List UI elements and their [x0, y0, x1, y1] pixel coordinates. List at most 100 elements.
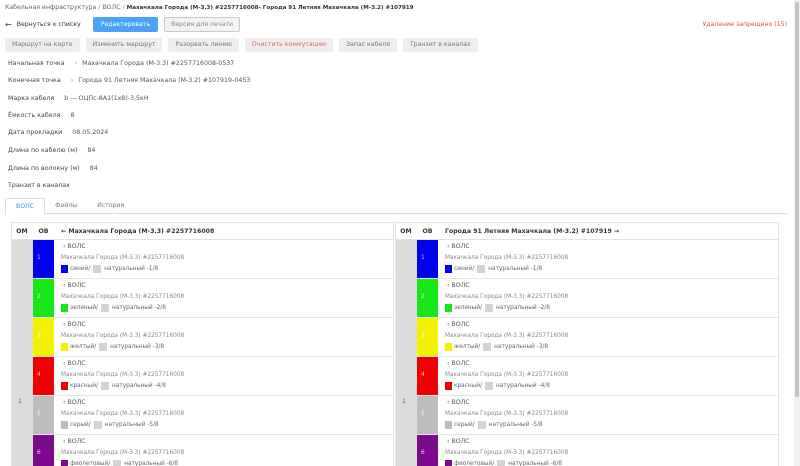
panel-title[interactable]: Города 91 Летняя Махачкала (М-3.2) #1079… — [439, 228, 619, 235]
fiber-color-cell[interactable]: 1 — [33, 240, 54, 278]
fiber-row: 2 ‹ ВОЛС Махачкала Города (М-3.3) #2257716… — [33, 279, 393, 318]
arrow-left-icon: ← — [5, 20, 12, 29]
chevron-left-icon: ‹ — [447, 282, 450, 289]
fiber-row: 6 ‹ ВОЛС Махачкала Города (М-3.3) #2257716… — [417, 435, 778, 466]
tab-files[interactable]: Файлы — [45, 198, 87, 213]
vols-link[interactable]: ‹ ВОЛС — [447, 438, 470, 445]
chevron-left-icon: ‹ — [63, 399, 66, 406]
fiber-number: 4 — [37, 372, 41, 378]
vols-link[interactable]: ‹ ВОЛС — [63, 321, 86, 328]
fiber-node: Махачкала Города (М-3.3) #2257716008 — [445, 450, 569, 456]
field-value: b — ОЦПс-8А1(1х8)-3,5кН — [64, 95, 149, 102]
delete-forbidden-notice[interactable]: Удаление запрещено (15) — [703, 21, 787, 28]
fiber-row: 4 ‹ ВОЛС Махачкала Города (М-3.3) #2257716… — [33, 357, 393, 396]
fiber-color-cell[interactable]: 6 — [417, 435, 438, 466]
om-column: 1 — [396, 240, 417, 466]
fiber-color-cell[interactable]: 4 — [33, 357, 54, 395]
natural-color-swatch — [113, 460, 122, 466]
fiber-color-name: красный/ — [454, 383, 483, 389]
fiber-color-name: серый/ — [454, 422, 475, 428]
fiber-color-cell[interactable]: 5 — [417, 396, 438, 434]
om-value: 1 — [402, 398, 406, 405]
vols-link[interactable]: ‹ ВОЛС — [447, 243, 470, 250]
fiber-color-swatch — [61, 304, 68, 312]
vols-link[interactable]: ‹ ВОЛС — [63, 243, 86, 250]
fiber-natural-label: натуральный -4/8 — [112, 383, 166, 389]
fiber-color-cell[interactable]: 6 — [33, 435, 54, 466]
fiber-color-name: зеленый/ — [454, 305, 483, 311]
natural-color-swatch — [485, 382, 494, 390]
chevron-left-icon: ‹ — [74, 60, 78, 67]
fiber-color-info: зеленый/натуральный -2/8 — [61, 304, 166, 312]
fiber-node: Махачкала Города (М-3.3) #2257716008 — [61, 372, 185, 378]
fiber-color-cell[interactable]: 5 — [33, 396, 54, 434]
field-end-point: Конечная точка › Города 91 Летняя Махачк… — [8, 77, 250, 84]
col-ob-header: ОВ — [422, 227, 433, 235]
fiber-natural-label: натуральный -4/8 — [496, 383, 550, 389]
breadcrumb-root-link[interactable]: Кабельная инфраструктура — [5, 4, 96, 11]
field-label: Конечная точка — [8, 77, 61, 84]
tab-bar: ВОЛС Файлы История — [5, 198, 787, 215]
vols-link[interactable]: ‹ ВОЛС — [63, 438, 86, 445]
fiber-color-info: фиолетовый/натуральный -6/8 — [445, 460, 562, 466]
fiber-color-cell[interactable]: 2 — [417, 279, 438, 317]
panel-title[interactable]: ← Махачкала Города (М-3.3) #2257716008 — [55, 228, 214, 235]
fiber-row: 4 ‹ ВОЛС Махачкала Города (М-3.3) #2257716… — [417, 357, 778, 396]
vols-link[interactable]: ‹ ВОЛС — [447, 282, 470, 289]
fiber-row: 1 ‹ ВОЛС Махачкала Города (М-3.3) #2257716… — [417, 240, 778, 279]
end-point-link[interactable]: Города 91 Летняя Махачкала (М-3.2) #1079… — [78, 77, 250, 84]
vols-link[interactable]: ‹ ВОЛС — [447, 399, 470, 406]
fiber-color-info: желтый/натуральный -3/8 — [445, 343, 548, 351]
edit-button[interactable]: Редактировать — [92, 17, 159, 32]
fiber-number: 5 — [37, 411, 41, 417]
break-line-button[interactable]: Разорвать линию — [168, 38, 239, 52]
fiber-color-cell[interactable]: 4 — [417, 357, 438, 395]
fiber-number: 6 — [37, 450, 41, 456]
start-point-link[interactable]: Махачкала Города (М-3.3) #2257716008-053… — [82, 60, 234, 67]
channel-transit-button[interactable]: Транзит в каналах — [402, 38, 478, 52]
route-on-map-button[interactable]: Маршрут на карте — [5, 38, 80, 52]
fiber-node: Махачкала Города (М-3.3) #2257716008 — [445, 294, 569, 300]
fiber-color-cell[interactable]: 1 — [417, 240, 438, 278]
fiber-row: 6 ‹ ВОЛС Махачкала Города (М-3.3) #2257716… — [33, 435, 393, 466]
tab-vols[interactable]: ВОЛС — [5, 198, 46, 215]
col-ob-header: ОВ — [38, 227, 49, 235]
field-label: Ёмкость кабеля — [8, 112, 61, 119]
fiber-color-cell[interactable]: 3 — [33, 318, 54, 356]
vols-link[interactable]: ‹ ВОЛС — [63, 360, 86, 367]
scrollbar-thumb[interactable] — [795, 2, 799, 397]
clear-switching-button[interactable]: Очистить коммутацию — [244, 38, 334, 52]
vols-link[interactable]: ‹ ВОЛС — [447, 321, 470, 328]
fiber-color-swatch — [61, 460, 68, 466]
field-start-point: Начальная точка ‹ Махачкала Города (М-3.… — [8, 60, 234, 67]
vols-link[interactable]: ‹ ВОЛС — [63, 399, 86, 406]
fiber-color-cell[interactable]: 3 — [417, 318, 438, 356]
page-scrollbar[interactable] — [794, 0, 800, 466]
field-label: Начальная точка — [8, 60, 65, 67]
fiber-number: 2 — [421, 294, 425, 300]
fiber-color-swatch — [445, 343, 452, 351]
panel-header: ОМ ОВ Города 91 Летняя Махачкала (М-3.2)… — [396, 223, 778, 240]
back-to-list-link[interactable]: ← Вернуться к списку — [5, 20, 81, 29]
fiber-natural-label: натуральный -6/8 — [124, 461, 179, 466]
fiber-color-name: синий/ — [70, 266, 91, 272]
cable-reserve-button[interactable]: Запас кабеля — [339, 38, 397, 52]
fiber-natural-label: натуральный -5/8 — [488, 422, 543, 428]
fiber-color-info: синий/натуральный -1/8 — [61, 265, 158, 273]
fiber-color-info: серый/натуральный -5/8 — [61, 421, 159, 429]
panel-title-text: Города 91 Летняя Махачкала (М-3.2) #1079… — [445, 227, 612, 235]
vols-link[interactable]: ‹ ВОЛС — [447, 360, 470, 367]
change-route-button[interactable]: Изменить маршрут — [85, 38, 163, 52]
vols-link[interactable]: ‹ ВОЛС — [63, 282, 86, 289]
chevron-left-icon: ‹ — [63, 321, 66, 328]
print-version-button[interactable]: Версия для печати — [164, 17, 241, 32]
breadcrumb-section-link[interactable]: ВОЛС — [102, 4, 120, 11]
panel-header: ОМ ОВ ← Махачкала Города (М-3.3) #225771… — [12, 223, 393, 240]
tab-history[interactable]: История — [87, 198, 134, 213]
chevron-left-icon: ‹ — [63, 243, 66, 250]
col-om-header: ОМ — [16, 227, 28, 235]
fiber-color-cell[interactable]: 2 — [33, 279, 54, 317]
vols-link-label: ВОЛС — [67, 282, 86, 289]
chevron-left-icon: ‹ — [63, 360, 66, 367]
breadcrumb-separator: / — [98, 4, 101, 11]
